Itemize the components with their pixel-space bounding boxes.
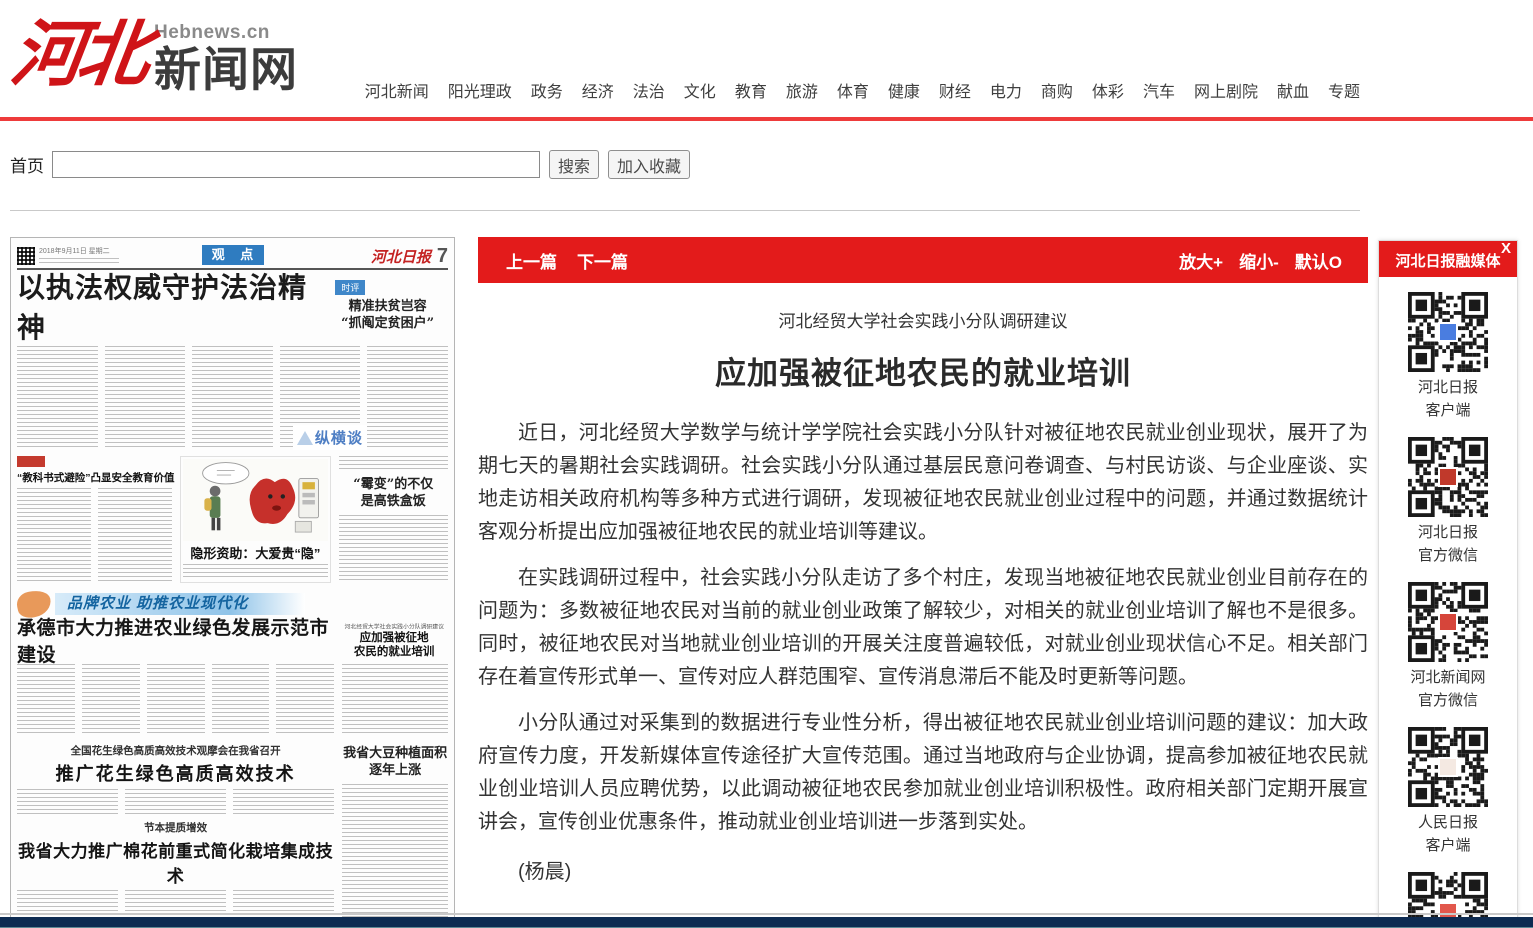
newspaper-masthead: 2018年9月11日 星期二 观 点 河北日报 7 [17,244,448,270]
newspaper-peanut-kicker: 全国花生绿色高质高效技术观摩会在我省召开 [17,743,334,758]
font-default-button[interactable]: 默认O [1295,248,1342,273]
newspaper-section-badge: 观 点 [202,245,264,265]
nav-item-gov-affairs[interactable]: 政务 [531,78,563,102]
nav-item-auto[interactable]: 汽车 [1143,78,1175,102]
font-zoom-in-button[interactable]: 放大+ [1179,248,1223,273]
logo-brand-dark: 新闻网 [154,44,298,96]
newspaper-edition-info [39,258,119,264]
newspaper-red-tag [17,456,45,467]
nav-item-lottery[interactable]: 体彩 [1092,78,1124,102]
qr-caption: 河北日报官方微信 [1418,521,1478,567]
newspaper-text-columns-1: 纵横谈 [17,342,448,452]
newspaper-headline-peanut: 推广花生绿色高质高效技术 [17,760,334,786]
nav-item-economy[interactable]: 经济 [582,78,614,102]
next-article-button[interactable]: 下一篇 [577,248,628,273]
article-paragraph: 近日，河北经贸大学数学与统计学学院社会实践小分队针对被征地农民就业创业现状，展开… [478,417,1368,549]
media-panel: 河北日报融媒体 X 河北日报客户端 河北日报官方微信 河北新闻网官方微信 人民日… [1378,240,1518,928]
prev-article-button[interactable]: 上一篇 [506,248,557,273]
newspaper-name: 河北日报 [371,246,431,267]
qr-caption: 河北日报客户端 [1418,376,1478,422]
qr-item-hebnews-wechat: 河北新闻网官方微信 [1379,582,1517,712]
newspaper-headline-soybean: 我省大豆种植面积 逐年上涨 [342,745,448,779]
newspaper-cartoon-credit [183,564,327,580]
qr-center-logo [1438,757,1458,777]
nav-item-law[interactable]: 法治 [633,78,665,102]
article-title: 应加强被征地农民的就业培训 [478,348,1368,393]
nav-item-health[interactable]: 健康 [888,78,920,102]
logo-brand-red: 河北 [6,12,150,96]
media-panel-title: 河北日报融媒体 [1395,250,1500,277]
nav-item-power[interactable]: 电力 [990,78,1022,102]
arrow-up-icon [297,431,313,445]
nav-item-shopping[interactable]: 商购 [1041,78,1073,102]
newspaper-headline-mid-right: “霉变”的不仅 是高铁盒饭 [339,476,448,510]
site-logo[interactable]: 河北 Hebnews.cn 新闻网 [12,12,298,96]
nav-item-finance[interactable]: 财经 [939,78,971,102]
newspaper-headline-mid-left: “教科书式避险”凸显安全教育价值 [17,470,172,485]
header-divider [0,117,1533,121]
search-input[interactable] [52,151,540,178]
home-link[interactable]: 首页 [10,152,44,177]
nav-item-online-theater[interactable]: 网上剧院 [1194,78,1258,102]
newspaper-banner: 品牌农业 助推农业现代化 [55,593,305,615]
newspaper-cotton-kicker: 节本提质增效 [17,820,334,835]
newspaper-qr-icon [17,247,35,265]
footer-divider [0,913,1533,915]
add-favorite-button[interactable]: 加入收藏 [608,150,690,179]
article-paragraph: 小分队通过对采集到的数据进行专业性分析，得出被征地农民就业创业培训问题的建议：加… [478,707,1368,839]
logo-domain-text: Hebnews.cn [154,22,298,44]
qr-center-logo [1438,322,1458,342]
qr-item-rmrb-app: 人民日报客户端 [1379,727,1517,857]
qr-item-hbrb-wechat: 河北日报官方微信 [1379,437,1517,567]
nav-item-blood-donation[interactable]: 献血 [1277,78,1309,102]
newspaper-headline-cotton: 我省大力推广棉花前重式简化栽培集成技术 [17,837,334,887]
nav-item-special-topics[interactable]: 专题 [1328,78,1360,102]
nav-item-culture[interactable]: 文化 [684,78,716,102]
qr-caption: 人民日报客户端 [1418,811,1478,857]
qr-center-logo [1438,612,1458,632]
search-button[interactable]: 搜索 [549,150,599,179]
newspaper-headline-main: 以执法权威守护法治精神 [17,270,327,342]
search-bar: 首页 搜索 加入收藏 [10,150,690,179]
cartoon-illustration [183,459,327,541]
newspaper-mini-article: 河北经贸大学社会实践小分队调研建议 应加强被征地 农民的就业培训 [340,619,448,661]
newspaper-text-columns-3 [17,661,448,739]
nav-item-sunshine-gov[interactable]: 阳光理政 [448,78,512,102]
newspaper-page-image: 2018年9月11日 星期二 观 点 河北日报 7 以执法权威守护法治精神 时评… [10,237,455,920]
qr-center-logo [1438,467,1458,487]
article-kicker: 河北经贸大学社会实践小分队调研建议 [478,307,1368,332]
newspaper-headline-side: 精准扶贫岂容 “抓阄定贫困户” [341,298,434,332]
nav-item-hebei-news[interactable]: 河北新闻 [365,78,429,102]
nav-item-education[interactable]: 教育 [735,78,767,102]
newspaper-headline-chengde: 承德市大力推进农业绿色发展示范市建设 [17,619,340,661]
main-nav: 河北新闻 阳光理政 政务 经济 法治 文化 教育 旅游 体育 健康 财经 电力 … [365,78,1360,102]
content-divider [10,210,1360,211]
article-byline: (杨晨) [478,855,1368,884]
newspaper-cartoon-caption: 隐形资助：大爱贵“隐” [183,543,327,562]
media-panel-header: 河北日报融媒体 X [1379,241,1517,277]
qr-item-hbrb-app: 河北日报客户端 [1379,292,1517,422]
font-zoom-out-button[interactable]: 缩小- [1239,248,1279,273]
article-toolbar: 上一篇 下一篇 放大+ 缩小- 默认O [478,237,1368,283]
close-icon[interactable]: X [1501,241,1511,257]
footer-bar [0,917,1533,928]
newspaper-side-tag: 时评 [335,280,365,295]
article-panel: 上一篇 下一篇 放大+ 缩小- 默认O 河北经贸大学社会实践小分队调研建议 应加… [478,237,1368,884]
nav-item-sports[interactable]: 体育 [837,78,869,102]
article-body: 近日，河北经贸大学数学与统计学学院社会实践小分队针对被征地农民就业创业现状，展开… [478,417,1368,839]
qr-caption: 河北新闻网官方微信 [1410,666,1485,712]
newspaper-column-graphic: 纵横谈 [293,425,367,450]
newspaper-page-number: 7 [437,245,448,268]
newspaper-text-columns-4 [17,789,334,815]
newspaper-dateline: 2018年9月11日 星期二 [39,248,129,264]
newspaper-date-text: 2018年9月11日 星期二 [39,248,110,255]
site-header: 河北 Hebnews.cn 新闻网 河北新闻 阳光理政 政务 经济 法治 文化 … [0,0,1533,117]
newspaper-text-columns-2 [17,488,172,583]
article-paragraph: 在实践调研过程中，社会实践小分队走访了多个村庄，发现当地被征地农民就业创业目前存… [478,562,1368,694]
nav-item-travel[interactable]: 旅游 [786,78,818,102]
